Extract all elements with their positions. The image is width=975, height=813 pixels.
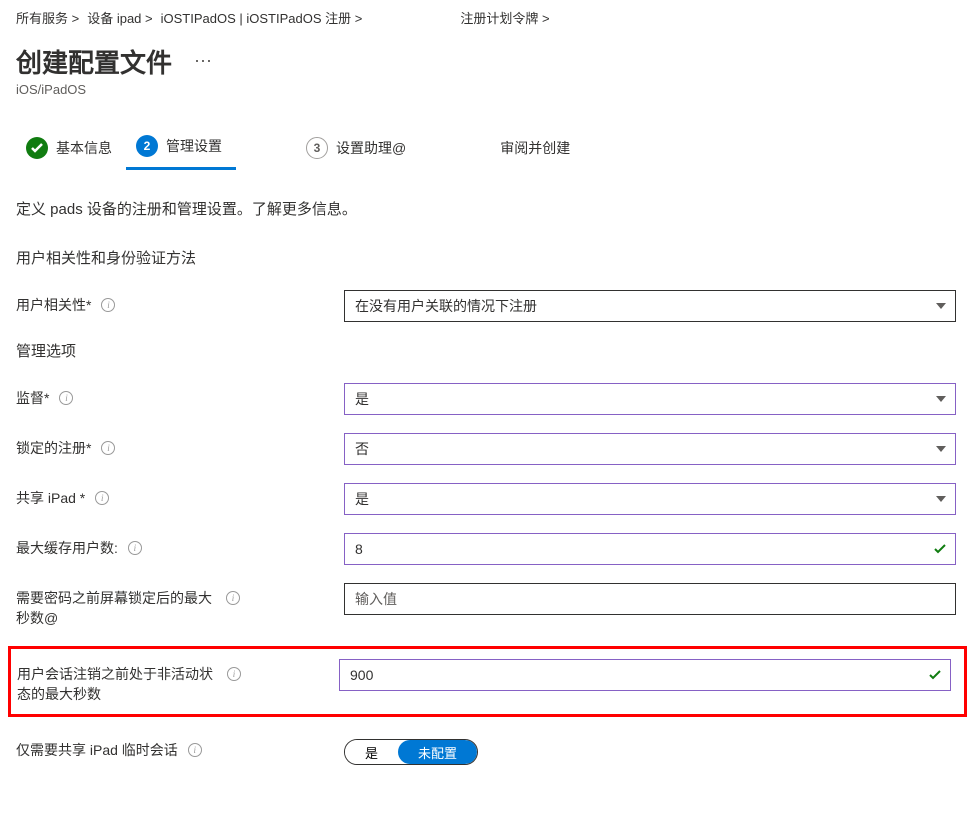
select-locked-enrollment[interactable]: 否: [344, 433, 956, 465]
toggle-option-yes[interactable]: 是: [345, 740, 398, 764]
section-user-affinity: 用户相关性和身份验证方法: [16, 247, 959, 268]
row-max-inactivity: 用户会话注销之前处于非活动状态的最大秒数 i 900: [17, 659, 958, 704]
info-icon[interactable]: i: [101, 298, 115, 312]
check-icon: [929, 667, 941, 683]
breadcrumb: 所有服务 > 设备 ipad > iOSTIPadOS | iOSTIPadOS…: [16, 8, 959, 27]
label-max-cached-users: 最大缓存用户数:: [16, 539, 118, 559]
input-max-cached-users[interactable]: 8: [344, 533, 956, 565]
label-supervised: 监督*: [16, 389, 49, 409]
select-value: 在没有用户关联的情况下注册: [355, 296, 537, 316]
chevron-down-icon: [936, 446, 946, 452]
select-value: 否: [355, 439, 369, 459]
label-temp-session: 仅需要共享 iPad 临时会话: [16, 741, 178, 761]
page-description: 定义 pads 设备的注册和管理设置。了解更多信息。: [16, 198, 959, 219]
input-max-inactivity[interactable]: 900: [339, 659, 951, 691]
input-value: 900: [350, 667, 373, 683]
breadcrumb-item[interactable]: 注册计划令牌 >: [460, 8, 549, 27]
chevron-down-icon: [936, 396, 946, 402]
info-icon[interactable]: i: [188, 743, 202, 757]
step-setup-assistant[interactable]: 3 设置助理@: [296, 129, 420, 169]
breadcrumb-item[interactable]: 设备 ipad >: [87, 8, 152, 27]
step-label: 管理设置: [166, 136, 222, 156]
step-label: 基本信息: [56, 138, 112, 158]
info-icon[interactable]: i: [226, 591, 240, 605]
row-temp-session: 仅需要共享 iPad 临时会话 i 是 未配置: [16, 735, 959, 765]
more-icon[interactable]: ⋯: [194, 51, 214, 72]
step-number-icon: 3: [306, 137, 328, 159]
input-max-seconds-lock[interactable]: [344, 583, 956, 615]
toggle-temp-session: 是 未配置: [344, 739, 478, 765]
row-max-cached-users: 最大缓存用户数: i 8: [16, 533, 959, 565]
step-management[interactable]: 2 管理设置: [126, 127, 236, 170]
highlighted-row: 用户会话注销之前处于非活动状态的最大秒数 i 900: [8, 646, 967, 717]
info-icon[interactable]: i: [95, 491, 109, 505]
label-user-affinity: 用户相关性*: [16, 296, 91, 316]
step-number-icon: 2: [136, 135, 158, 157]
row-supervised: 监督* i 是: [16, 383, 959, 415]
step-review-create[interactable]: 审阅并创建: [490, 130, 584, 168]
stepper: 基本信息 2 管理设置 3 设置助理@ 审阅并创建: [16, 127, 959, 170]
row-user-affinity: 用户相关性* i 在没有用户关联的情况下注册: [16, 290, 959, 322]
step-basics[interactable]: 基本信息: [16, 129, 126, 169]
input-value: 8: [355, 541, 363, 557]
page-title: 创建配置文件: [16, 43, 172, 80]
row-shared-ipad: 共享 iPad * i 是: [16, 483, 959, 515]
info-icon[interactable]: i: [227, 667, 241, 681]
step-label: 设置助理@: [336, 138, 406, 158]
section-management-options: 管理选项: [16, 340, 959, 361]
info-icon[interactable]: i: [59, 391, 73, 405]
label-max-seconds-lock: 需要密码之前屏幕锁定后的最大秒数@: [16, 589, 216, 628]
row-max-seconds-lock: 需要密码之前屏幕锁定后的最大秒数@ i: [16, 583, 959, 628]
info-icon[interactable]: i: [128, 541, 142, 555]
select-value: 是: [355, 389, 369, 409]
page-subtitle: iOS/iPadOS: [16, 82, 959, 97]
chevron-down-icon: [936, 303, 946, 309]
breadcrumb-item[interactable]: 所有服务 >: [16, 8, 79, 27]
select-supervised[interactable]: 是: [344, 383, 956, 415]
step-label: 审阅并创建: [500, 138, 570, 158]
toggle-option-not-configured[interactable]: 未配置: [398, 740, 477, 764]
select-user-affinity[interactable]: 在没有用户关联的情况下注册: [344, 290, 956, 322]
label-shared-ipad: 共享 iPad *: [16, 489, 85, 509]
select-value: 是: [355, 489, 369, 509]
check-icon: [26, 137, 48, 159]
check-icon: [934, 541, 946, 557]
row-locked-enrollment: 锁定的注册* i 否: [16, 433, 959, 465]
label-max-inactivity: 用户会话注销之前处于非活动状态的最大秒数: [17, 665, 217, 704]
chevron-down-icon: [936, 496, 946, 502]
select-shared-ipad[interactable]: 是: [344, 483, 956, 515]
info-icon[interactable]: i: [101, 441, 115, 455]
breadcrumb-item[interactable]: iOSTIPadOS | iOSTIPadOS 注册 >: [161, 8, 363, 27]
label-locked-enrollment: 锁定的注册*: [16, 439, 91, 459]
